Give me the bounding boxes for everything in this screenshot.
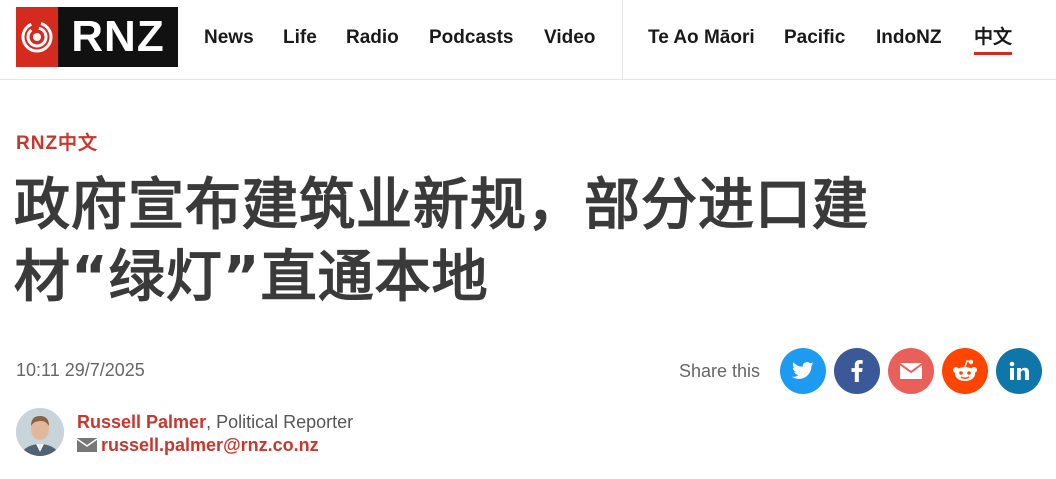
author-name-link[interactable]: Russell Palmer [77, 412, 206, 432]
rnz-logo[interactable]: RNZ [16, 7, 178, 67]
share-label: Share this [678, 360, 760, 381]
rnz-logo-text: RNZ [58, 7, 178, 67]
rnz-logo-mark-icon [16, 7, 58, 67]
article-timestamp: 10:11 29/7/2025 [16, 360, 145, 380]
nav-chinese[interactable]: 中文 [974, 25, 1013, 55]
article-headline: 政府宣布建筑业新规，部分进口建 材“绿灯”直通本地 [14, 170, 1044, 314]
nav-indonz[interactable]: IndoNZ [876, 25, 941, 51]
nav-life[interactable]: Life [283, 25, 317, 51]
author-email-line: russell.palmer@rnz.co.nz [77, 434, 353, 456]
site-header: RNZ News Life Radio Podcasts Video Te Ao… [0, 0, 1056, 80]
author-avatar [16, 408, 64, 456]
author-role: , Political Reporter [206, 412, 354, 432]
nav-divider [622, 0, 623, 80]
facebook-icon [851, 360, 863, 382]
nav-te-ao-maori[interactable]: Te Ao Māori [648, 25, 755, 51]
share-email-button[interactable] [888, 348, 934, 394]
nav-video[interactable]: Video [544, 25, 595, 51]
nav-radio[interactable]: Radio [346, 25, 399, 51]
twitter-icon [792, 362, 814, 379]
share-facebook-button[interactable] [834, 348, 880, 394]
author-line: Russell Palmer, Political Reporter [77, 410, 353, 434]
byline-text: Russell Palmer, Political Reporter russe… [77, 408, 353, 456]
share-bar: Share this [679, 348, 1042, 394]
linkedin-icon [1009, 361, 1029, 380]
share-twitter-button[interactable] [780, 348, 826, 394]
byline: Russell Palmer, Political Reporter russe… [16, 408, 353, 456]
reddit-icon [953, 359, 977, 381]
email-icon [900, 363, 922, 379]
section-kicker[interactable]: RNZ中文 [16, 128, 98, 155]
nav-podcasts[interactable]: Podcasts [429, 25, 513, 51]
nav-news[interactable]: News [204, 25, 254, 51]
nav-pacific[interactable]: Pacific [784, 25, 845, 51]
headline-line-2: 材“绿灯”直通本地 [14, 245, 489, 310]
envelope-icon [77, 438, 97, 452]
author-email-link[interactable]: russell.palmer@rnz.co.nz [101, 434, 319, 456]
share-linkedin-button[interactable] [996, 348, 1042, 394]
headline-line-1: 政府宣布建筑业新规，部分进口建 [14, 173, 869, 238]
share-reddit-button[interactable] [942, 348, 988, 394]
